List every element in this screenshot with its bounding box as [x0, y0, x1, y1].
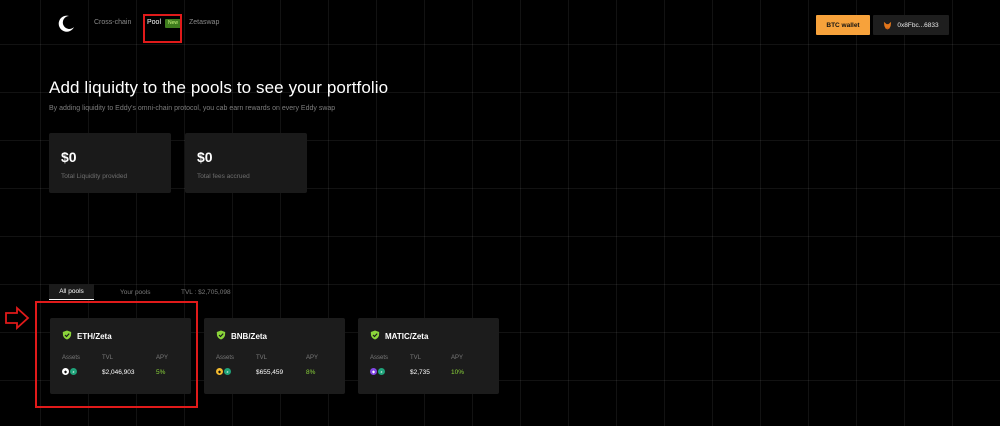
pool-tvl-value: $2,735 [410, 369, 430, 376]
zeta-token-icon: z [224, 368, 231, 375]
btc-wallet-button[interactable]: BTC wallet [816, 15, 870, 35]
pool-apy-value: 8% [306, 369, 316, 376]
tvl-label: TVL [410, 355, 422, 361]
page-title: Add liquidty to the pools to see your po… [49, 78, 389, 97]
zeta-token-icon: z [378, 368, 385, 375]
pool-nav-highlight-box [143, 14, 182, 43]
bnb-token-icon: ◆ [216, 368, 223, 375]
metamask-fox-icon [884, 21, 892, 30]
pool-card-matic-zeta[interactable]: MATIC/Zeta Assets TVL APY ◆ z $2,735 10% [358, 318, 499, 394]
pool-apy-value: 10% [451, 369, 465, 376]
shield-check-icon [216, 330, 226, 340]
assets-label: Assets [370, 355, 389, 361]
total-fees-label: Total fees accrued [197, 173, 250, 180]
pool-card-bnb-zeta[interactable]: BNB/Zeta Assets TVL APY ◆ z $655,459 8% [204, 318, 345, 394]
nav-cross-chain[interactable]: Cross-chain [94, 19, 131, 26]
tvl-label: TVL [256, 355, 268, 361]
page-subtitle: By adding liquidity to Eddy's omni-chain… [49, 105, 336, 112]
apy-label: APY [306, 355, 319, 361]
nav-zetaswap[interactable]: Zetaswap [189, 19, 219, 26]
pool-name: BNB/Zeta [231, 332, 268, 341]
arrow-right-icon [5, 305, 30, 331]
total-tvl-text: TVL : $2,705,098 [181, 289, 231, 296]
tab-your-pools[interactable]: Your pools [120, 289, 150, 296]
pool-tvl-value: $655,459 [256, 369, 284, 376]
total-fees-value: $0 [197, 149, 213, 165]
wallet-address-text: 0x8Fbc...6833 [897, 21, 939, 29]
wallet-address-button[interactable]: 0x8Fbc...6833 [873, 15, 949, 35]
total-liquidity-card: $0 Total Liquidity provided [49, 133, 171, 193]
assets-label: Assets [216, 355, 235, 361]
shield-check-icon [370, 330, 380, 340]
eth-pool-highlight-box [35, 301, 198, 408]
tab-all-pools[interactable]: All pools [49, 284, 94, 300]
apy-label: APY [451, 355, 464, 361]
total-liquidity-label: Total Liquidity provided [61, 173, 128, 180]
total-liquidity-value: $0 [61, 149, 77, 165]
matic-token-icon: ◆ [370, 368, 377, 375]
total-fees-card: $0 Total fees accrued [185, 133, 307, 193]
app-logo-icon[interactable] [56, 14, 76, 34]
pool-name: MATIC/Zeta [385, 332, 429, 341]
